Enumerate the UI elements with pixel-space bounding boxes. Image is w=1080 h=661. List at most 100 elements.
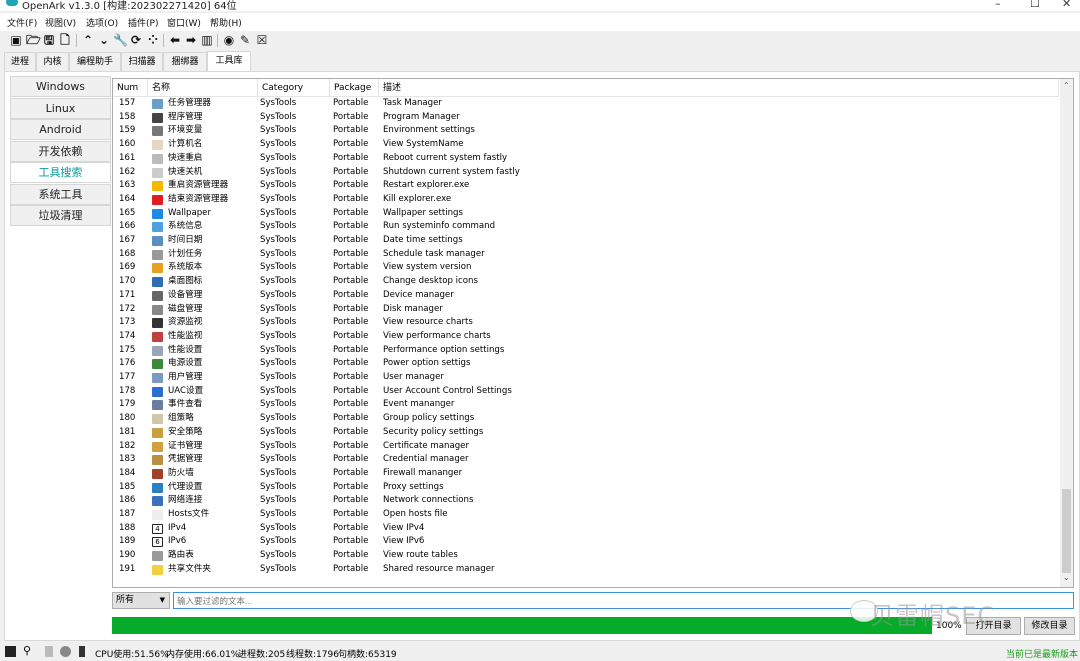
- sidebar-item-2[interactable]: Android: [10, 119, 111, 140]
- tab-2[interactable]: 编程助手: [69, 52, 121, 71]
- sidebar-item-1[interactable]: Linux: [10, 97, 111, 119]
- table-row[interactable]: 158 程序管理 SysTools Portable Program Manager: [113, 111, 1059, 125]
- power-icon: [152, 167, 163, 178]
- menu-item-5[interactable]: 帮助(H): [210, 16, 242, 29]
- table-row[interactable]: 180 组策略 SysTools Portable Group policy setti…: [113, 412, 1059, 426]
- table-row[interactable]: 160 计算机名 SysTools Portable View SystemName: [113, 138, 1059, 152]
- table-row[interactable]: 162 快速关机 SysTools Portable Shutdown current …: [113, 166, 1059, 180]
- terminal-icon[interactable]: [5, 646, 16, 657]
- column-header-2[interactable]: Category: [258, 79, 330, 97]
- memory-icon[interactable]: [79, 646, 85, 657]
- table-row[interactable]: 164 结束资源管理器 SysTools Portable Kill explorer.…: [113, 193, 1059, 207]
- pin-icon[interactable]: ✎: [238, 33, 252, 47]
- row-description: Performance option settings: [383, 344, 505, 355]
- table-row[interactable]: 186 网络连接 SysTools Portable Network connectio…: [113, 494, 1059, 508]
- table-row[interactable]: 190 路由表 SysTools Portable View route tables: [113, 549, 1059, 563]
- save-icon[interactable]: 🖫: [42, 33, 56, 47]
- table-row[interactable]: 171 设备管理 SysTools Portable Device manager: [113, 289, 1059, 303]
- document-icon[interactable]: 🗋: [58, 33, 72, 47]
- console-icon[interactable]: ▣: [9, 33, 23, 47]
- vertical-scrollbar[interactable]: ⌃ ⌄: [1060, 79, 1073, 587]
- route-icon: [152, 551, 163, 562]
- sidebar-item-3[interactable]: 开发依赖: [10, 140, 111, 162]
- table-row[interactable]: 188 4 IPv4 SysTools Portable View IPv4: [113, 522, 1059, 536]
- table-row[interactable]: 177 用户管理 SysTools Portable User manager: [113, 371, 1059, 385]
- table-row[interactable]: 166 系统信息 SysTools Portable Run systeminfo co…: [113, 220, 1059, 234]
- table-row[interactable]: 165 Wallpaper SysTools Portable Wallpaper se…: [113, 207, 1059, 221]
- disk-icon: [152, 304, 163, 315]
- tab-5[interactable]: 工具库: [207, 51, 251, 72]
- row-num: 189: [119, 536, 136, 547]
- scroll-up-icon[interactable]: ⌃: [1063, 81, 1070, 90]
- menu-item-1[interactable]: 视图(V): [45, 16, 76, 29]
- sidebar-item-6[interactable]: 垃圾清理: [10, 205, 111, 226]
- column-header-1[interactable]: 名称: [148, 79, 258, 97]
- column-header-4[interactable]: 描述: [379, 79, 1059, 97]
- table-row[interactable]: 181 安全策略 SysTools Portable Security policy s…: [113, 426, 1059, 440]
- modify-directory-button[interactable]: 修改目录: [1024, 617, 1075, 635]
- table-row[interactable]: 169 系统版本 SysTools Portable View system versi…: [113, 261, 1059, 275]
- table-row[interactable]: 178 UAC设置 SysTools Portable User Account Con…: [113, 385, 1059, 399]
- row-num: 159: [119, 125, 136, 136]
- sidebar-item-5[interactable]: 系统工具: [10, 183, 111, 205]
- table-row[interactable]: 172 磁盘管理 SysTools Portable Disk manager: [113, 303, 1059, 317]
- refresh-icon[interactable]: ⟳: [129, 33, 143, 47]
- menu-item-0[interactable]: 文件(F): [7, 16, 37, 29]
- table-row[interactable]: 176 电源设置 SysTools Portable Power option sett…: [113, 357, 1059, 371]
- security-policy-icon: [152, 427, 163, 438]
- table-row[interactable]: 174 性能监视 SysTools Portable View performance …: [113, 330, 1059, 344]
- table-row[interactable]: 191 共享文件夹 SysTools Portable Shared resource …: [113, 563, 1059, 577]
- down-icon[interactable]: ⌄: [97, 33, 111, 47]
- tab-4[interactable]: 捆绑器: [163, 52, 207, 71]
- menu-item-2[interactable]: 选项(O): [86, 16, 118, 29]
- search-icon[interactable]: ⚲: [23, 644, 31, 657]
- tab-3[interactable]: 扫描器: [121, 52, 163, 71]
- row-name: 用户管理: [168, 372, 203, 382]
- table-row[interactable]: 179 事件查看 SysTools Portable Event mananger: [113, 398, 1059, 412]
- filter-select[interactable]: 所有 ▼: [112, 592, 170, 609]
- sidebar-item-0[interactable]: Windows: [10, 76, 111, 97]
- column-header-0[interactable]: Num: [113, 79, 148, 97]
- file-icon[interactable]: [45, 646, 53, 657]
- table-row[interactable]: 183 凭据管理 SysTools Portable Credential manage…: [113, 453, 1059, 467]
- menu-item-3[interactable]: 插件(P): [128, 16, 158, 29]
- table-row[interactable]: 173 资源监视 SysTools Portable View resource cha…: [113, 316, 1059, 330]
- sidebar-item-4[interactable]: 工具搜索: [10, 162, 111, 183]
- tab-1[interactable]: 内核: [36, 52, 69, 71]
- table-row[interactable]: 157 任务管理器 SysTools Portable Task Manager: [113, 97, 1059, 111]
- table-row[interactable]: 187 Hosts文件 SysTools Portable Open hosts fil…: [113, 508, 1059, 522]
- wrench-icon[interactable]: 🔧: [113, 33, 128, 47]
- grid-icon[interactable]: ⁘: [146, 33, 160, 47]
- row-category: SysTools: [260, 413, 297, 424]
- row-num: 179: [119, 399, 136, 410]
- table-row[interactable]: 168 计划任务 SysTools Portable Schedule task man…: [113, 248, 1059, 262]
- table-row[interactable]: 163 重启资源管理器 SysTools Portable Restart explor…: [113, 179, 1059, 193]
- minimize-button[interactable]: –: [995, 0, 1001, 10]
- table-row[interactable]: 167 时间日期 SysTools Portable Date time setting…: [113, 234, 1059, 248]
- open-folder-icon[interactable]: 🗁: [26, 33, 41, 47]
- up-icon[interactable]: ⌃: [81, 33, 95, 47]
- arrow-left-icon[interactable]: ⬅: [168, 33, 182, 47]
- arrow-right-icon[interactable]: ➡: [184, 33, 198, 47]
- scrollbar-thumb[interactable]: [1062, 489, 1071, 573]
- table-row[interactable]: 189 6 IPv6 SysTools Portable View IPv6: [113, 535, 1059, 549]
- tab-0[interactable]: 进程: [4, 52, 36, 71]
- close-box-icon[interactable]: ☒: [255, 33, 269, 47]
- table-row[interactable]: 170 桌面图标 SysTools Portable Change desktop ic…: [113, 275, 1059, 289]
- row-package: Portable: [333, 440, 369, 451]
- row-description: Reboot current system fastly: [383, 152, 508, 163]
- table-row[interactable]: 159 环境变量 SysTools Portable Environment setti…: [113, 124, 1059, 138]
- menu-item-4[interactable]: 窗口(W): [167, 16, 201, 29]
- column-header-3[interactable]: Package: [330, 79, 379, 97]
- settings-icon[interactable]: [60, 646, 71, 657]
- table-row[interactable]: 182 证书管理 SysTools Portable Certificate manag…: [113, 440, 1059, 454]
- table-row[interactable]: 175 性能设置 SysTools Portable Performance optio…: [113, 344, 1059, 358]
- table-row[interactable]: 184 防火墙 SysTools Portable Firewall mananger: [113, 467, 1059, 481]
- maximize-button[interactable]: ☐: [1030, 0, 1040, 10]
- scroll-down-icon[interactable]: ⌄: [1063, 573, 1070, 582]
- table-row[interactable]: 161 快速重启 SysTools Portable Reboot current sy…: [113, 152, 1059, 166]
- table-row[interactable]: 185 代理设置 SysTools Portable Proxy settings: [113, 481, 1059, 495]
- map-icon[interactable]: ▥: [200, 33, 214, 47]
- record-icon[interactable]: ◉: [222, 33, 236, 47]
- close-button[interactable]: ✕: [1062, 0, 1071, 10]
